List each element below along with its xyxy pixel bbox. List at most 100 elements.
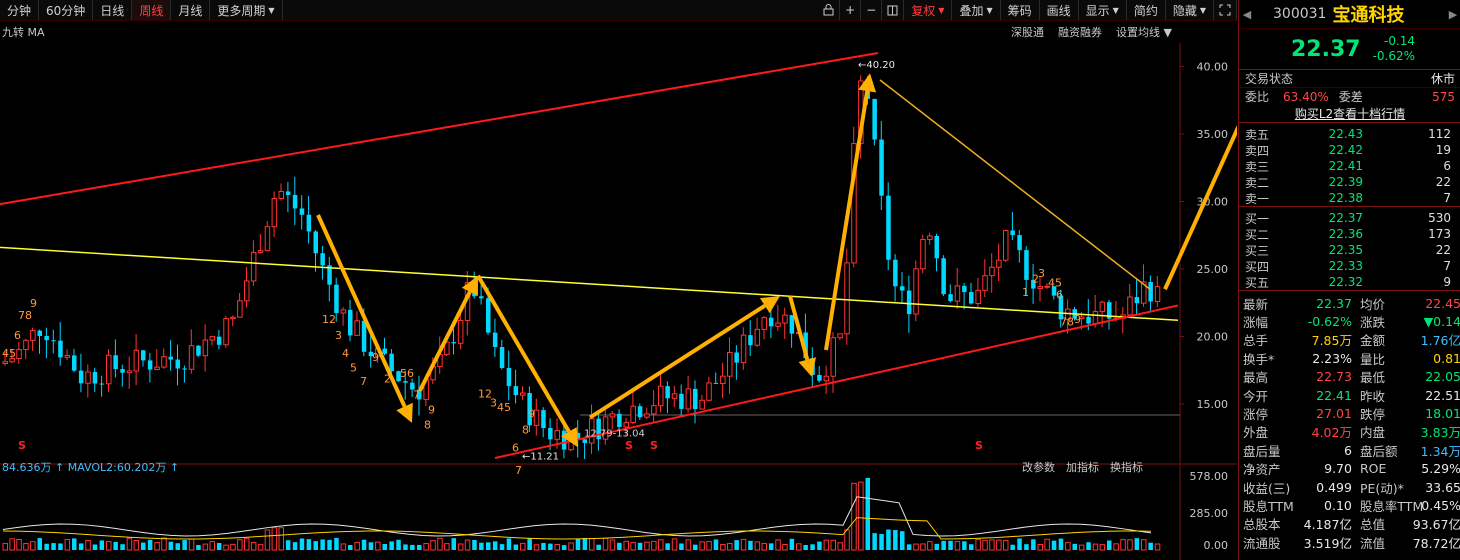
volume-bar [775, 539, 781, 551]
candle-body [513, 386, 519, 396]
candle-body [486, 298, 491, 333]
stat-value: 2.23% [1312, 350, 1352, 366]
candle-body [879, 139, 884, 196]
asks-price: 22.38 [1328, 191, 1363, 205]
td-sequence-number: 9 [372, 351, 379, 364]
next-stock-icon[interactable]: ▶ [1445, 8, 1460, 21]
candle-body [699, 399, 705, 410]
chart-toolbar: 分钟 60分钟 日线 周线 月线 更多周期 ▼ + − 复权 ▼ 叠加 ▼ 筹码 画线 显示 ▼ 简约隐… [0, 0, 1237, 21]
stat-value: 0.10 [1324, 497, 1352, 513]
y-tick-label: 35.00 [1197, 128, 1229, 141]
asks-price: 22.39 [1328, 175, 1363, 189]
zoom-out-icon[interactable]: − [861, 0, 883, 20]
toolbar-item-6[interactable]: 隐藏 ▼ [1166, 0, 1214, 20]
toolbar-item-3[interactable]: 画线 [1040, 0, 1079, 20]
candle-body [982, 275, 988, 291]
l2-upgrade-link[interactable]: 购买L2查看十档行情 [1295, 105, 1405, 122]
volume-bar [927, 541, 933, 551]
candle-body [99, 383, 105, 385]
td-sequence-number: 6 [1056, 289, 1063, 302]
candle-body [382, 348, 387, 354]
chevron-down-icon: ▼ [1112, 5, 1119, 15]
zoom-in-icon[interactable]: + [840, 0, 862, 20]
volume-bar [499, 544, 505, 550]
volume-bar [340, 543, 347, 551]
period-tab-3[interactable]: 周线 [132, 0, 172, 20]
bids-level-label: 买二 [1245, 227, 1270, 242]
candle-body [609, 413, 616, 418]
split-view-icon[interactable] [882, 0, 905, 20]
dividend-mark: S [975, 439, 983, 452]
volume-bar [348, 544, 353, 550]
stat-label: 总手 [1243, 333, 1269, 349]
bids-row-1: 买二 22.36 173 [1239, 226, 1460, 242]
td-sequence-number: 3 [490, 397, 497, 410]
candle-body [872, 98, 877, 140]
volume-bar [740, 538, 747, 551]
volume-bar [541, 542, 546, 550]
toolbar-item-4[interactable]: 显示 ▼ [1079, 0, 1127, 20]
volume-bar [168, 541, 174, 550]
stat-label: 今开 [1243, 388, 1269, 404]
volume-bar [893, 530, 898, 550]
stat-value: 18.01 [1425, 406, 1460, 422]
candle-body [78, 370, 84, 384]
candle-body [2, 361, 8, 364]
candle-body [582, 439, 588, 444]
volume-bar [1120, 539, 1126, 551]
volume-bar [761, 542, 767, 551]
volume-bar [451, 538, 456, 550]
candle-body [740, 334, 747, 364]
candle-body [817, 374, 822, 381]
toolbar-item-5[interactable]: 简约 [1127, 0, 1166, 20]
volume-bar [679, 543, 684, 550]
volume-bar [444, 543, 450, 551]
period-tab-4[interactable]: 月线 [171, 0, 211, 20]
candle-body [361, 320, 367, 352]
asks-level-label: 卖二 [1245, 175, 1270, 190]
period-tab-0[interactable]: 分钟 [0, 0, 40, 20]
stat-label: 换手* [1243, 351, 1275, 367]
subbar-link-0[interactable]: 深股通 [1011, 24, 1044, 40]
period-tab-2[interactable]: 日线 [93, 0, 133, 20]
candle-body [168, 356, 174, 360]
subbar-link-2[interactable]: 设置均线 ▼ [1116, 24, 1172, 40]
candle-body [196, 345, 201, 356]
stat-value: 22.51 [1425, 387, 1460, 403]
chevron-down-icon: ▼ [268, 5, 275, 15]
toolbar-item-0[interactable]: 复权 ▼ [904, 0, 953, 20]
stat-value: 3.519亿 [1303, 535, 1352, 551]
more-periods-dropdown[interactable]: 更多周期 ▼ [210, 0, 283, 20]
toolbar-item-1[interactable]: 叠加 ▼ [952, 0, 1001, 20]
subbar-link-1[interactable]: 融资融券 [1058, 24, 1102, 40]
kline-chart[interactable]: 40.0035.0030.0025.0020.0015.004567891234… [0, 43, 1237, 560]
volume-bar [126, 537, 133, 551]
volume-bar [768, 543, 774, 550]
volume-bar [423, 542, 429, 551]
asks-qty: 6 [1443, 159, 1451, 173]
volume-bar [486, 542, 491, 550]
candle-body [720, 375, 726, 385]
lock-icon[interactable] [818, 0, 841, 20]
high-price-label: ←40.20 [858, 60, 895, 71]
prev-stock-icon[interactable]: ◀ [1239, 8, 1255, 21]
toolbar-item-2[interactable]: 筹码 [1001, 0, 1040, 20]
candle-body [16, 349, 22, 360]
stat-row-9: 净资产 9.70 ROE 5.29% [1239, 460, 1460, 478]
candle-body [920, 238, 926, 270]
volume-bar [706, 541, 712, 551]
volume-bar [589, 538, 595, 551]
fullscreen-icon[interactable] [1214, 0, 1237, 20]
volume-bar [969, 544, 974, 550]
volume-bar [64, 539, 71, 551]
td-sequence-number: 9 [30, 297, 37, 310]
candle-body [520, 392, 526, 396]
period-tab-1[interactable]: 60分钟 [39, 0, 94, 20]
stat-label: 外盘 [1243, 425, 1269, 441]
td-sequence-number: 9 [428, 403, 435, 416]
candle-body [334, 284, 339, 313]
weicha-value: 575 [1432, 89, 1455, 104]
volume-bar [244, 537, 250, 551]
volume-bar [609, 539, 616, 551]
stat-label: 涨跌 [1359, 315, 1385, 331]
